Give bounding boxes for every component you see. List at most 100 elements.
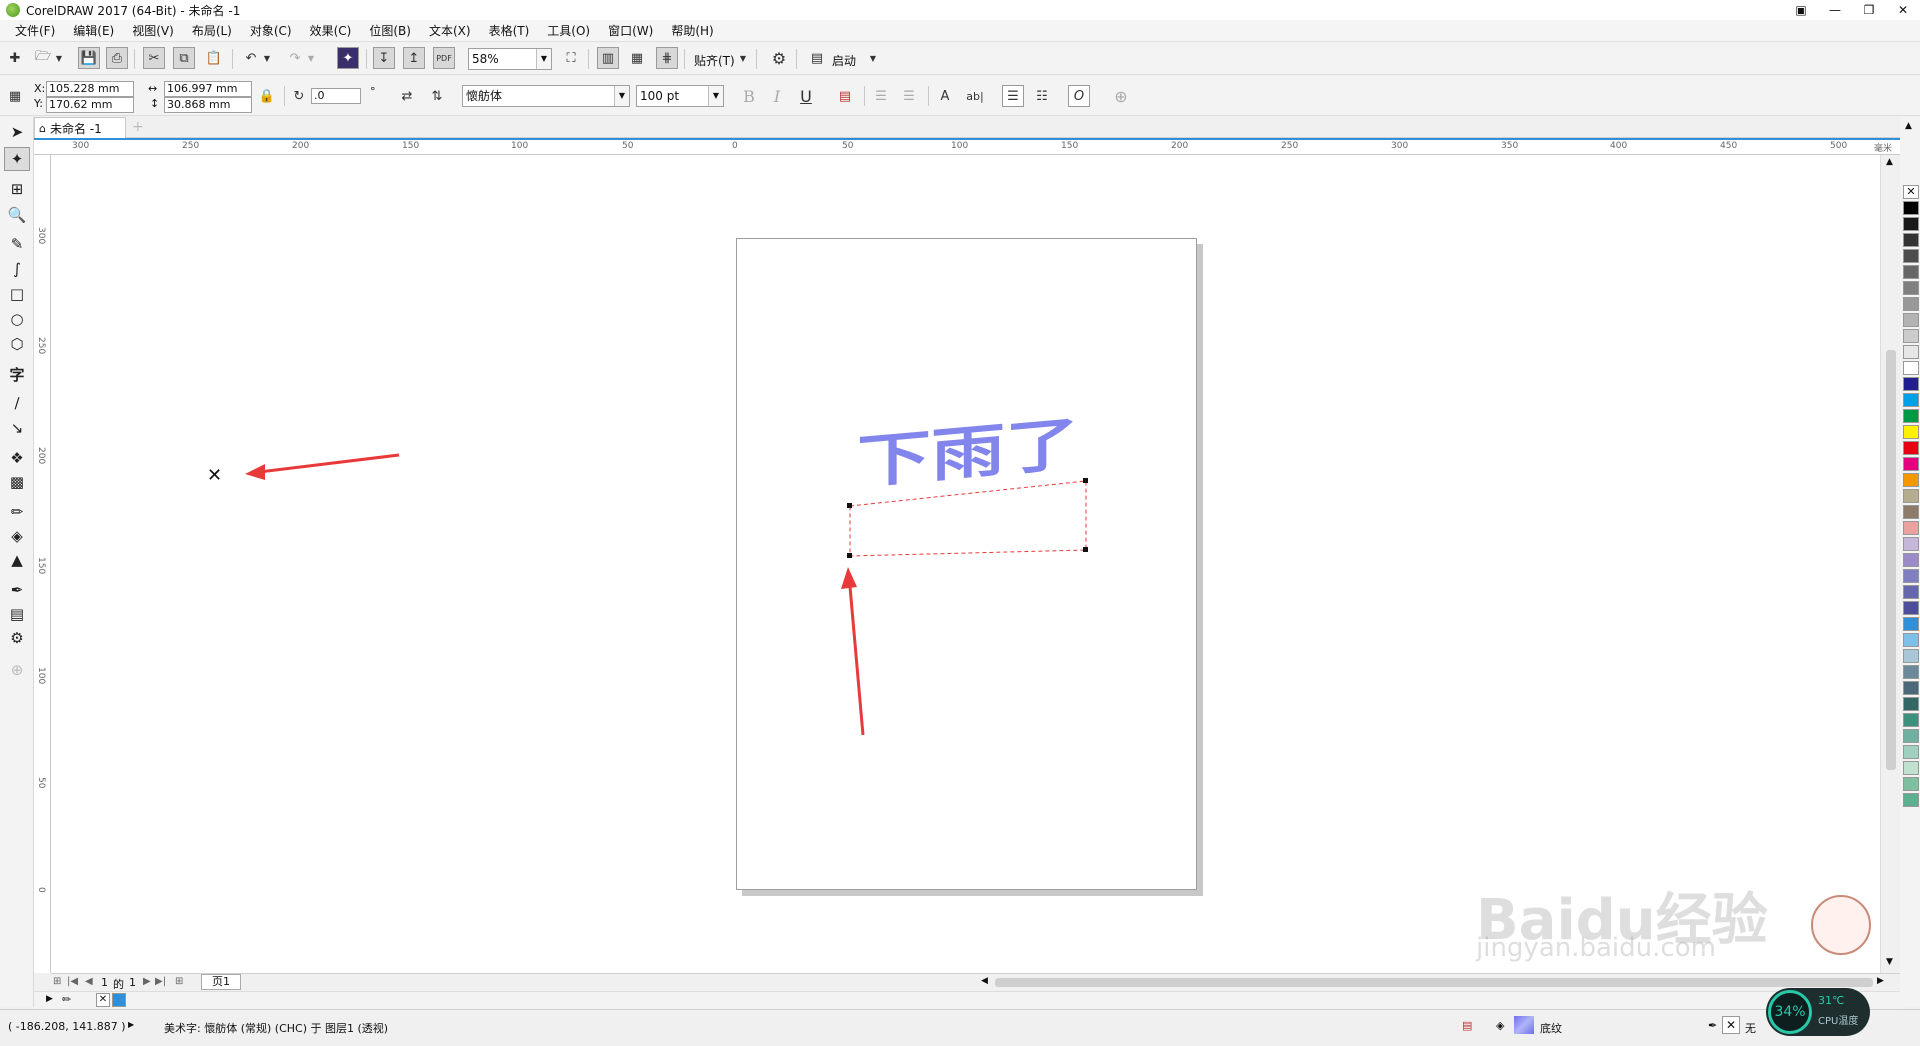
palette-swatch[interactable] (1903, 697, 1919, 711)
menu-help[interactable]: 帮助(H) (662, 20, 722, 42)
cut-icon[interactable]: ✂ (143, 47, 165, 69)
underline-icon[interactable]: U (795, 85, 817, 107)
palette-swatch[interactable] (1903, 329, 1919, 343)
new-tab-icon[interactable]: + (132, 119, 144, 135)
fill-icon[interactable]: ▤ (4, 602, 30, 626)
menu-bitmaps[interactable]: 位图(B) (360, 20, 420, 42)
add-page-before-icon[interactable]: ⊞ (53, 976, 61, 987)
pick-tool-icon[interactable]: ➤ (4, 120, 30, 144)
palette-swatch[interactable] (1903, 393, 1919, 407)
italic-icon[interactable]: I (766, 85, 788, 107)
palette-swatch[interactable] (1903, 521, 1919, 535)
vertical-scrollbar[interactable]: ▲ ▼ (1880, 155, 1900, 973)
account-icon[interactable]: ▣ (1784, 0, 1818, 20)
color-proof-icon[interactable]: ▤ (1462, 1019, 1472, 1032)
horizontal-scroll-thumb[interactable] (995, 978, 1873, 987)
menu-text[interactable]: 文本(X) (420, 20, 480, 42)
palette-swatch[interactable] (1903, 265, 1919, 279)
drop-cap-icon[interactable]: ☰ (898, 85, 920, 107)
palette-swatch[interactable] (1903, 649, 1919, 663)
palette-swatch[interactable] (1903, 249, 1919, 263)
palette-swatch[interactable] (1903, 441, 1919, 455)
save-icon[interactable]: 💾 (78, 47, 100, 69)
launcher-icon[interactable]: ▤ (806, 47, 828, 69)
shape-tool-icon[interactable]: ✦ (4, 147, 30, 171)
menu-edit[interactable]: 编辑(E) (64, 20, 123, 42)
menu-window[interactable]: 窗口(W) (599, 20, 662, 42)
publish-pdf-icon[interactable]: PDF (433, 47, 455, 69)
text-tool-icon[interactable]: 字 (4, 362, 30, 386)
add-plus-icon[interactable]: ⊕ (1110, 85, 1132, 107)
doc-blue-swatch[interactable] (112, 993, 126, 1007)
status-expand-icon[interactable]: ▶ (128, 1020, 134, 1029)
last-page-icon[interactable]: ▶| (155, 976, 166, 987)
rectangle-tool-icon[interactable]: □ (4, 282, 30, 306)
artistic-media-icon[interactable]: ∫ (4, 257, 30, 281)
palette-swatch[interactable] (1903, 713, 1919, 727)
font-list-select[interactable]: 懷舫体 ▼ (462, 85, 630, 107)
show-grid-icon[interactable]: ▦ (626, 47, 648, 69)
character-formatting-icon[interactable]: A (934, 85, 956, 107)
font-size-select[interactable]: 100 pt ▼ (636, 85, 724, 107)
horizontal-text-icon[interactable]: ☰ (1002, 85, 1024, 107)
search-content-icon[interactable]: ✦ (337, 47, 359, 69)
palette-swatch[interactable] (1903, 425, 1919, 439)
palette-swatch[interactable] (1903, 569, 1919, 583)
rotate-icon[interactable]: ↻ (288, 85, 310, 107)
palette-swatch[interactable] (1903, 537, 1919, 551)
palette-swatch[interactable] (1903, 233, 1919, 247)
menu-file[interactable]: 文件(F) (6, 20, 64, 42)
parallel-dimension-icon[interactable]: ∕ (4, 391, 30, 415)
polygon-tool-icon[interactable]: ⬡ (4, 332, 30, 356)
hscroll-right-icon[interactable]: ▶ (1877, 976, 1884, 986)
lock-ratio-icon[interactable]: 🔒 (256, 85, 278, 107)
undo-dropdown-icon[interactable]: ▼ (262, 47, 272, 69)
height-field[interactable]: 30.868 mm (164, 97, 252, 113)
palette-swatch[interactable] (1903, 681, 1919, 695)
palette-swatch[interactable] (1903, 745, 1919, 759)
scroll-up-icon[interactable]: ▲ (1886, 157, 1893, 167)
freehand-tool-icon[interactable]: ✎ (4, 232, 30, 256)
palette-swatch[interactable] (1903, 665, 1919, 679)
vertical-ruler[interactable]: 300 250 200 150 100 50 0 (34, 155, 51, 973)
palette-swatch[interactable] (1903, 201, 1919, 215)
show-guidelines-icon[interactable]: ⋕ (656, 47, 678, 69)
palette-swatch[interactable] (1903, 617, 1919, 631)
object-properties-icon[interactable]: ⚙ (4, 626, 30, 650)
y-position-field[interactable]: 170.62 mm (46, 97, 134, 113)
options-gear-icon[interactable]: ⚙ (768, 47, 790, 69)
edit-text-icon[interactable]: ab| (964, 85, 986, 107)
palette-swatch[interactable] (1903, 761, 1919, 775)
new-document-icon[interactable]: ✚ (4, 47, 26, 69)
palette-swatch[interactable] (1903, 409, 1919, 423)
prev-page-icon[interactable]: ◀ (85, 976, 93, 987)
copy-icon[interactable]: ⧉ (173, 47, 195, 69)
palette-swatch[interactable] (1903, 505, 1919, 519)
open-dropdown-icon[interactable]: ▼ (54, 47, 64, 69)
connector-tool-icon[interactable]: ↘ (4, 416, 30, 440)
menu-table[interactable]: 表格(T) (480, 20, 539, 42)
mirror-vertical-icon[interactable]: ⇅ (426, 85, 448, 107)
palette-swatch[interactable] (1903, 281, 1919, 295)
palette-swatch[interactable] (1903, 793, 1919, 807)
zoom-tool-icon[interactable]: 🔍 (4, 203, 30, 227)
full-screen-icon[interactable]: ⛶ (560, 47, 582, 69)
no-color-swatch[interactable]: ✕ (1903, 185, 1919, 199)
open-folder-icon[interactable]: 🗁 (32, 47, 54, 69)
export-icon[interactable]: ↥ (403, 47, 425, 69)
menu-layout[interactable]: 布局(L) (183, 20, 241, 42)
minimize-button[interactable]: — (1818, 0, 1852, 20)
document-tab[interactable]: ⌂ 未命名 -1 (34, 117, 126, 138)
mirror-horizontal-icon[interactable]: ⇄ (396, 85, 418, 107)
ellipse-tool-icon[interactable]: ○ (4, 307, 30, 331)
redo-dropdown-icon[interactable]: ▼ (306, 47, 316, 69)
palette-swatch[interactable] (1903, 553, 1919, 567)
object-origin-icon[interactable]: ▦ (4, 85, 26, 107)
palette-swatch[interactable] (1903, 217, 1919, 231)
palette-swatch[interactable] (1903, 489, 1919, 503)
first-page-icon[interactable]: |◀ (67, 976, 78, 987)
page-tab[interactable]: 页1 (201, 974, 241, 990)
palette-swatch[interactable] (1903, 377, 1919, 391)
menu-view[interactable]: 视图(V) (123, 20, 183, 42)
eyedropper-icon[interactable]: ✏ (62, 993, 71, 1006)
